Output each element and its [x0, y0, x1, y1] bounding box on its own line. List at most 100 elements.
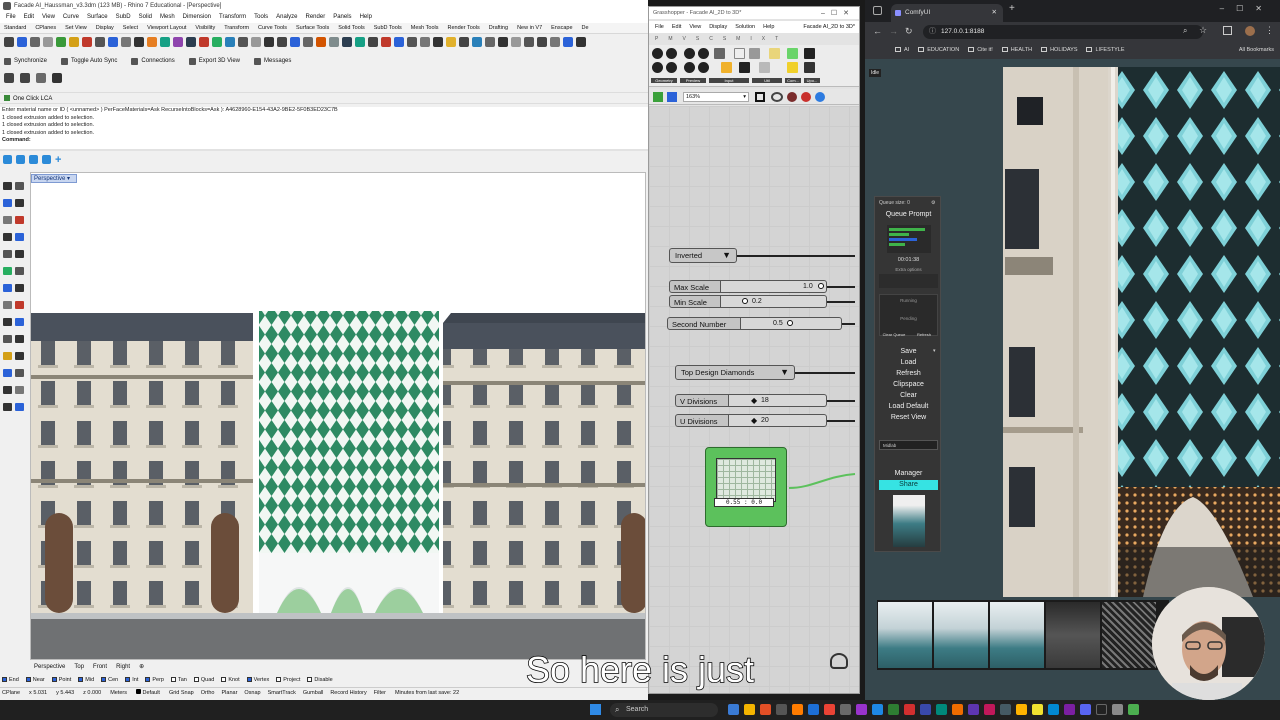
gh-tool-icon[interactable] — [666, 62, 677, 73]
gh-tab[interactable]: V — [683, 34, 686, 44]
top-design-diamonds-toggle[interactable]: Top Design Diamonds ▼ — [675, 365, 795, 380]
toolbar-icon[interactable] — [56, 37, 66, 47]
toolbar-icon[interactable] — [342, 37, 352, 47]
gh-tool-icon[interactable] — [749, 48, 760, 59]
toolbar-icon[interactable] — [563, 37, 573, 47]
close-tab-icon[interactable]: ✕ — [992, 4, 997, 22]
left-tool-icon[interactable] — [15, 386, 24, 394]
toolbar-icon[interactable] — [316, 37, 326, 47]
taskbar-app-icon[interactable] — [744, 704, 755, 715]
taskbar-app-icon[interactable] — [872, 704, 883, 715]
image-thumbnail[interactable] — [893, 495, 925, 547]
gh-tab[interactable]: X — [762, 34, 765, 44]
bookmark-folder[interactable]: EDUCATION — [918, 42, 959, 59]
clear-button[interactable]: Clear — [879, 391, 938, 401]
taskbar-search[interactable]: ⌕ Search — [610, 703, 718, 717]
toolbar-icon[interactable] — [4, 73, 14, 83]
slider-knob[interactable] — [818, 283, 824, 289]
rhino-toolbar-tab[interactable]: Select — [123, 23, 138, 33]
toggle-auto-sync-button[interactable]: Toggle Auto Sync — [61, 54, 117, 68]
connections-button[interactable]: Connections — [131, 54, 175, 68]
gh-tab[interactable]: C — [709, 34, 713, 44]
left-tool-icon[interactable] — [15, 352, 24, 360]
left-tool-icon[interactable] — [15, 250, 24, 258]
left-tool-icon[interactable] — [3, 369, 12, 377]
taskbar-app-icon[interactable] — [760, 704, 771, 715]
manager-button[interactable]: Manager — [879, 469, 938, 479]
slider-knob[interactable]: ◆ — [751, 394, 757, 407]
taskbar-app-icon[interactable] — [1064, 704, 1075, 715]
rhino-toolbar-tab[interactable]: Transform — [224, 23, 249, 33]
panel-icon[interactable] — [3, 155, 12, 164]
rhino-toolbar-tab[interactable]: New in V7 — [517, 23, 542, 33]
rhino-toolbar-tab[interactable]: CPlanes — [35, 23, 56, 33]
slider-track[interactable] — [729, 414, 827, 427]
toolbar-icon[interactable] — [147, 37, 157, 47]
gh-tool-icon[interactable] — [734, 48, 745, 59]
slider-knob[interactable]: ◆ — [751, 414, 757, 427]
rhino-toolbar-tab[interactable]: Surface Tools — [296, 23, 329, 33]
refresh-button[interactable]: Refresh — [879, 369, 938, 379]
forward-icon[interactable]: → — [889, 26, 898, 36]
left-tool-icon[interactable] — [3, 267, 12, 275]
rhino-toolbar-tab[interactable]: Solid Tools — [338, 23, 365, 33]
gh-tool-icon[interactable] — [652, 62, 663, 73]
toolbar-icon[interactable] — [82, 37, 92, 47]
all-bookmarks[interactable]: All Bookmarks — [1239, 42, 1280, 59]
toolbar-icon[interactable] — [160, 37, 170, 47]
left-tool-icon[interactable] — [3, 318, 12, 326]
address-bar[interactable]: ⓘ 127.0.0.1:8188 — [923, 25, 1203, 39]
gh-tab[interactable]: M — [736, 34, 740, 44]
toolbar-icon[interactable] — [251, 37, 261, 47]
toolbar-icon[interactable] — [264, 37, 274, 47]
save-button[interactable]: Save — [879, 347, 938, 357]
rhino-menu-item[interactable]: SubD — [116, 12, 131, 23]
bookmark-folder[interactable]: AI — [895, 42, 909, 59]
left-tool-icon[interactable] — [15, 369, 24, 377]
rhino-menu-item[interactable]: Dimension — [183, 12, 211, 23]
window-controls[interactable]: –☐✕ — [1220, 4, 1274, 13]
toolbar-icon[interactable] — [459, 37, 469, 47]
toolbar-icon[interactable] — [20, 73, 30, 83]
toolbar-icon[interactable] — [212, 37, 222, 47]
gh-tool-icon[interactable] — [759, 62, 770, 73]
bookmark-folder[interactable]: Cite it! — [968, 42, 993, 59]
rhino-menu-item[interactable]: Surface — [87, 12, 108, 23]
taskbar-app-icon[interactable] — [824, 704, 835, 715]
viewport-label[interactable]: Perspective ▾ — [31, 174, 77, 183]
slider-track[interactable] — [721, 295, 827, 308]
left-tool-icon[interactable] — [3, 352, 12, 360]
gh-menu-item[interactable]: View — [689, 21, 701, 33]
left-tool-icon[interactable] — [3, 233, 12, 241]
profile-avatar[interactable] — [1245, 26, 1255, 36]
clear-queue-button[interactable]: Clear Queue — [879, 332, 909, 337]
back-icon[interactable]: ← — [873, 26, 882, 36]
rhino-toolbar-tab[interactable]: Viewport Layout — [147, 23, 186, 33]
toolbar-icon[interactable] — [173, 37, 183, 47]
queue-prompt-button[interactable]: Queue Prompt — [879, 210, 938, 220]
menu-icon[interactable]: ⋮ — [1265, 25, 1274, 36]
left-tool-icon[interactable] — [3, 199, 12, 207]
toolbar-icon[interactable] — [511, 37, 521, 47]
rhino-menu-item[interactable]: Transform — [219, 12, 246, 23]
left-tool-icon[interactable] — [15, 335, 24, 343]
left-tool-icon[interactable] — [3, 182, 12, 190]
toolbar-icon[interactable] — [550, 37, 560, 47]
rhino-menu-item[interactable]: Curve — [63, 12, 79, 23]
rhino-menu-item[interactable]: Analyze — [276, 12, 297, 23]
inverted-toggle[interactable]: Inverted ▼ — [669, 248, 737, 263]
slider-track[interactable] — [729, 394, 827, 407]
rhino-toolbar-tab[interactable]: De — [582, 23, 589, 33]
gh-window-controls[interactable]: –☐✕ — [821, 8, 855, 20]
settings-gear-icon[interactable]: ⚙ — [931, 200, 935, 206]
model-select[interactable]: Midlab — [879, 440, 938, 450]
taskbar-app-icon[interactable] — [968, 704, 979, 715]
left-tool-icon[interactable] — [15, 301, 24, 309]
taskbar-app-icon[interactable] — [856, 704, 867, 715]
gh-open-icon[interactable] — [653, 92, 663, 102]
gh-tool-icon[interactable] — [698, 62, 709, 73]
taskbar-app-icon[interactable] — [1048, 704, 1059, 715]
rhino-toolbar-tab[interactable]: Mesh Tools — [411, 23, 439, 33]
toolbar-icon[interactable] — [329, 37, 339, 47]
left-tool-icon[interactable] — [3, 335, 12, 343]
